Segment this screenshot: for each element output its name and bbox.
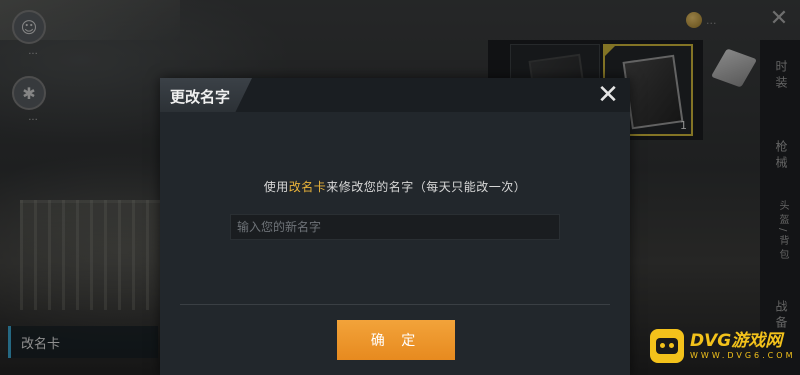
message-prefix: 使用 (263, 180, 289, 194)
watermark-logo-icon (650, 329, 684, 363)
dialog-title: 更改名字 (160, 78, 252, 112)
close-dialog-button[interactable]: ✕ (594, 81, 622, 109)
watermark-title: DVG游戏网 (690, 330, 783, 351)
message-highlight: 改名卡 (288, 180, 327, 194)
dialog-divider (180, 304, 610, 305)
new-name-input[interactable] (230, 214, 560, 240)
site-watermark: DVG游戏网 WWW.DVG6.COM (650, 326, 795, 366)
confirm-button[interactable]: 确 定 (337, 320, 455, 360)
dialog-header: 更改名字 ✕ (160, 78, 630, 112)
dialog-message: 使用改名卡来修改您的名字（每天只能改一次） (160, 178, 630, 195)
rename-dialog: 更改名字 ✕ 使用改名卡来修改您的名字（每天只能改一次） 确 定 (160, 78, 630, 375)
message-suffix: 来修改您的名字（每天只能改一次） (326, 180, 527, 194)
watermark-url: WWW.DVG6.COM (690, 350, 796, 360)
